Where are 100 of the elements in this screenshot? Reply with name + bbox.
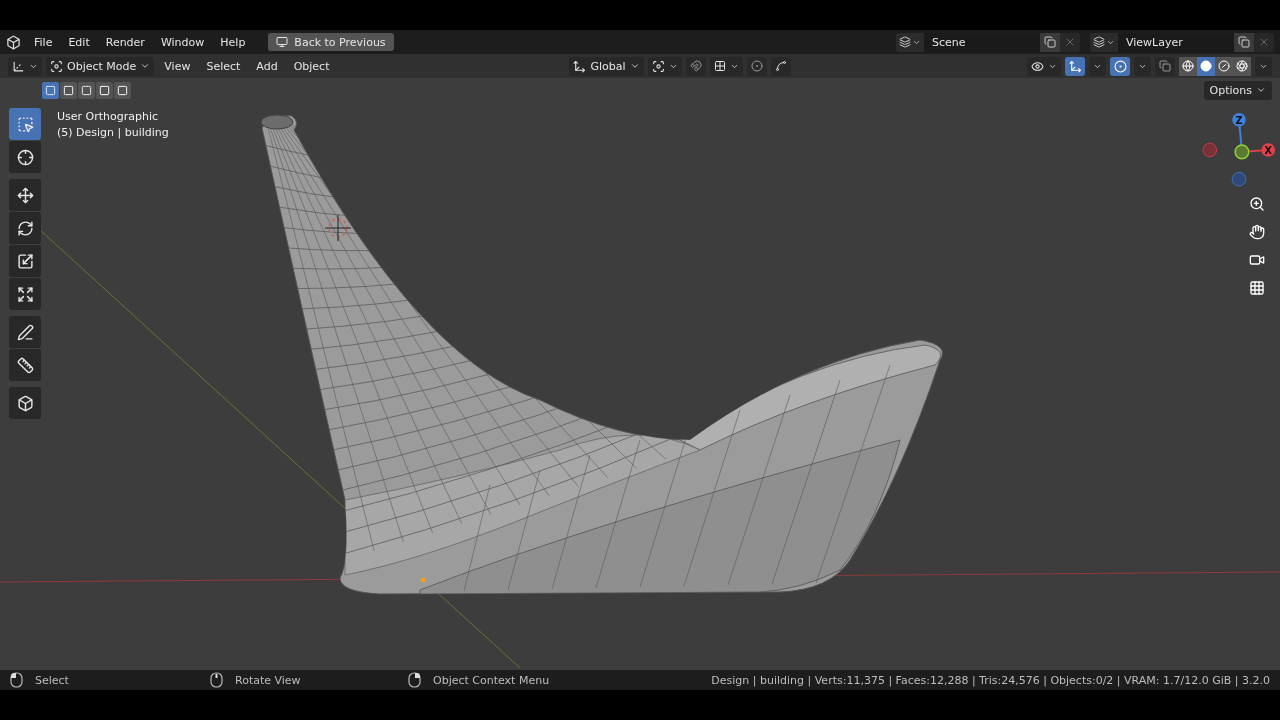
snap-toggle[interactable] xyxy=(685,56,706,76)
tool-button[interactable] xyxy=(9,278,41,310)
menu-item[interactable]: Window xyxy=(153,32,212,52)
tool-button[interactable] xyxy=(9,387,41,419)
axes-icon xyxy=(573,59,587,73)
mouse-icon xyxy=(10,672,23,688)
rendered-sphere-icon xyxy=(1236,60,1248,72)
y-axis-handle[interactable] xyxy=(1234,144,1250,160)
square-icon xyxy=(99,84,110,96)
z-axis-label: Z xyxy=(1235,114,1243,126)
tool-button[interactable] xyxy=(9,212,41,244)
tool-button[interactable] xyxy=(9,349,41,381)
select-mode-button[interactable] xyxy=(60,81,77,99)
header-menu[interactable]: Object xyxy=(287,56,336,76)
crosshair-icon xyxy=(16,148,34,166)
menu-item[interactable]: File xyxy=(27,32,60,52)
xray-toggle[interactable] xyxy=(1155,56,1175,76)
gizmo-toggle[interactable] xyxy=(1065,56,1085,76)
scene-statistics: Design | building | Verts:11,375 | Faces:12,288 | Tris:24,576 | Objects:0/2 | VRAM: 1.7/12.0 GiB | 3.2.0 xyxy=(711,673,1270,687)
shading-button[interactable] xyxy=(1179,56,1197,76)
tool-button[interactable] xyxy=(9,179,41,211)
app-logo-icon xyxy=(6,34,21,50)
magnet-icon xyxy=(689,60,702,72)
eye-icon xyxy=(1031,59,1044,73)
duplicate-button[interactable] xyxy=(1234,32,1254,52)
cursor-3d-icon xyxy=(324,214,352,242)
status-hint: Select xyxy=(35,673,69,687)
negative-x-axis-handle[interactable] xyxy=(1202,142,1218,158)
editor-type-button[interactable] xyxy=(8,56,42,76)
move-arrows-icon xyxy=(16,186,34,204)
tool-button[interactable] xyxy=(9,245,41,277)
axes-icon xyxy=(1068,59,1082,73)
tool-button[interactable] xyxy=(9,141,41,173)
falloff-dropdown[interactable] xyxy=(770,56,791,76)
header-menu[interactable]: Select xyxy=(200,56,247,76)
square-icon xyxy=(81,84,92,96)
zoom-icon xyxy=(1249,196,1265,212)
duplicate-button[interactable] xyxy=(1040,32,1060,52)
solid-sphere-icon xyxy=(1200,60,1212,72)
circle-dot-icon xyxy=(750,60,763,72)
menu-item[interactable]: Edit xyxy=(61,32,97,52)
negative-z-axis-handle[interactable] xyxy=(1231,171,1247,187)
object-info: (5) Design | building xyxy=(57,126,170,139)
proportional-toggle[interactable] xyxy=(746,56,767,76)
focus-icon xyxy=(50,59,63,73)
layers-icon xyxy=(899,36,911,48)
pivot-dropdown[interactable] xyxy=(647,56,682,76)
menu-item[interactable]: Help xyxy=(213,32,253,52)
grid-icon xyxy=(713,60,726,72)
hand-icon xyxy=(1249,224,1265,240)
close-icon xyxy=(1064,36,1076,48)
options-dropdown[interactable]: Options xyxy=(1203,80,1272,100)
close-icon xyxy=(1258,36,1270,48)
header-menu[interactable]: View xyxy=(158,56,197,76)
copy-icon xyxy=(1159,60,1171,72)
scene-field[interactable]: Scene xyxy=(924,32,1040,52)
shading-button[interactable] xyxy=(1197,56,1215,76)
copy-icon xyxy=(1238,36,1250,48)
x-axis-label: X xyxy=(1264,144,1272,156)
snap-target-dropdown[interactable] xyxy=(709,56,743,76)
status-hint: Rotate View xyxy=(235,673,301,687)
curve-icon xyxy=(774,60,787,72)
visibility-dropdown[interactable] xyxy=(1027,56,1061,76)
axis-gizmo[interactable]: Z X xyxy=(1202,108,1276,188)
header-menu[interactable]: Add xyxy=(250,56,284,76)
mouse-icon xyxy=(210,672,223,688)
view-layer-field[interactable]: ViewLayer xyxy=(1118,32,1234,52)
select-mode-button[interactable] xyxy=(96,81,113,99)
tool-button[interactable] xyxy=(9,316,41,348)
mode-dropdown[interactable]: Object Mode xyxy=(46,56,155,76)
chevron-down-icon xyxy=(140,61,151,71)
copy-icon xyxy=(1044,36,1056,48)
layers-icon xyxy=(1093,36,1105,48)
menu-item[interactable]: Render xyxy=(98,32,152,52)
ruler-icon xyxy=(16,356,34,374)
select-box-icon xyxy=(16,115,34,133)
status-hint: Object Context Menu xyxy=(433,673,550,687)
shading-button[interactable] xyxy=(1215,56,1233,76)
scale-icon xyxy=(16,252,34,270)
mouse-icon xyxy=(408,672,421,688)
select-mode-button[interactable] xyxy=(114,81,131,99)
rotate-icon xyxy=(16,219,34,237)
shading-button[interactable] xyxy=(1233,56,1251,76)
viewport[interactable]: Object Mode View Select Add Object Global Options User Orthographic (5) Design | building Z X xyxy=(0,54,1280,670)
wireframe-sphere-icon xyxy=(1182,60,1194,72)
square-icon xyxy=(45,84,56,96)
monitor-icon xyxy=(276,36,289,48)
back-to-previous-button[interactable]: Back to Previous xyxy=(268,33,394,51)
orientation-dropdown[interactable]: Global xyxy=(569,56,644,76)
material-sphere-icon xyxy=(1218,60,1230,72)
pen-icon xyxy=(16,323,34,341)
transform-icon xyxy=(16,285,34,303)
select-mode-button[interactable] xyxy=(78,81,95,99)
origin-dot xyxy=(420,577,426,583)
cube-icon xyxy=(16,394,34,412)
camera-icon xyxy=(1249,252,1265,268)
overlays-toggle[interactable] xyxy=(1110,56,1130,76)
select-mode-button[interactable] xyxy=(42,81,59,99)
axes-icon xyxy=(12,59,25,73)
chevron-down-icon xyxy=(629,61,640,71)
